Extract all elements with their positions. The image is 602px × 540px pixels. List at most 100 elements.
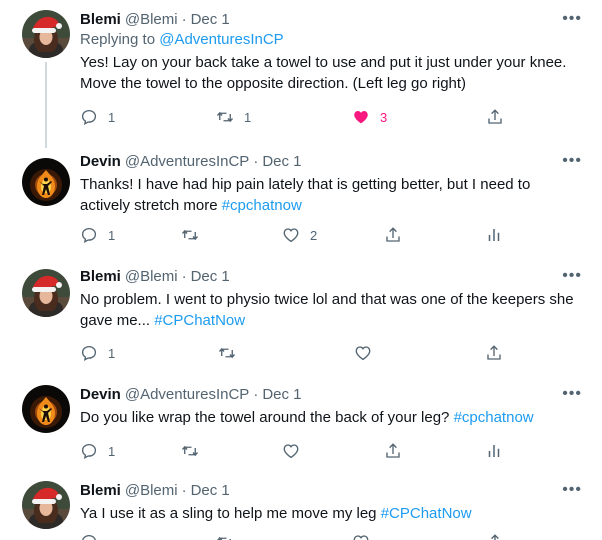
analytics-button[interactable] — [485, 226, 503, 244]
reply-button[interactable] — [80, 533, 98, 540]
tweet-actions: 1 — [80, 344, 580, 364]
replying-to-label: Replying to — [80, 31, 156, 48]
like-button[interactable] — [352, 533, 370, 540]
blemi-avatar-icon — [22, 269, 70, 317]
avatar[interactable] — [22, 10, 70, 58]
tweet-body: Do you like wrap the towel around the ba… — [80, 409, 454, 426]
tweet-header: Blemi @Blemi · Dec 1 — [80, 10, 582, 30]
tweet-item[interactable]: Blemi @Blemi · Dec 1 ••• Replying to @Ad… — [0, 0, 602, 148]
tweet-item[interactable]: Blemi @Blemi · Dec 1 ••• Ya I use it as … — [0, 481, 602, 540]
tweet-header: Blemi @Blemi · Dec 1 — [80, 481, 582, 501]
reply-icon — [80, 442, 98, 460]
user-handle[interactable]: @Blemi — [125, 481, 178, 501]
retweet-icon — [218, 344, 236, 362]
tweet-item[interactable]: Devin @AdventuresInCP · Dec 1 ••• Thanks… — [0, 148, 602, 263]
reply-count: 1 — [108, 345, 116, 361]
tweet-body: Thanks! I have had hip pain lately that … — [80, 176, 531, 214]
reply-count: 1 — [108, 109, 116, 125]
retweet-button[interactable] — [216, 533, 234, 540]
hashtag-link[interactable]: #CPChatNow — [381, 505, 472, 522]
avatar[interactable] — [22, 385, 70, 433]
tweet-header: Blemi @Blemi · Dec 1 — [80, 267, 582, 287]
like-button[interactable]: 3 — [352, 108, 387, 126]
separator-dot: · — [253, 386, 259, 403]
analytics-button[interactable] — [485, 442, 503, 460]
share-icon — [486, 108, 504, 126]
tweet-date[interactable]: Dec 1 — [191, 267, 230, 287]
retweet-icon — [181, 226, 199, 244]
share-button[interactable] — [384, 442, 402, 460]
share-icon — [485, 344, 503, 362]
like-filled-icon — [352, 108, 370, 126]
share-button[interactable] — [485, 344, 503, 362]
retweet-button[interactable] — [181, 442, 199, 460]
like-button[interactable]: 2 — [282, 226, 317, 244]
retweet-icon — [216, 108, 234, 126]
more-icon[interactable]: ••• — [562, 152, 582, 170]
reply-count: 1 — [108, 227, 116, 243]
display-name[interactable]: Devin — [80, 385, 121, 405]
tweet-date[interactable]: Dec 1 — [191, 481, 230, 501]
tweet-text: Yes! Lay on your back take a towel to us… — [80, 52, 580, 94]
tweet-date[interactable]: Dec 1 — [191, 10, 230, 30]
tweet-actions: 1 — [80, 442, 580, 462]
more-icon[interactable]: ••• — [562, 481, 582, 499]
analytics-icon — [485, 442, 503, 460]
tweet-actions: 1 2 — [80, 226, 580, 246]
tweet-text: Do you like wrap the towel around the ba… — [80, 407, 580, 428]
user-handle[interactable]: @Blemi — [125, 267, 178, 287]
more-icon[interactable]: ••• — [562, 10, 582, 28]
hashtag-link[interactable]: #cpchatnow — [222, 197, 302, 214]
hashtag-link[interactable]: #CPChatNow — [154, 312, 245, 329]
share-icon — [486, 533, 504, 540]
reply-button[interactable]: 1 — [80, 344, 115, 362]
tweet-actions — [80, 533, 580, 540]
display-name[interactable]: Blemi — [80, 10, 121, 30]
share-button[interactable] — [384, 226, 402, 244]
display-name[interactable]: Devin — [80, 152, 121, 172]
share-button[interactable] — [486, 108, 504, 126]
retweet-button[interactable] — [218, 344, 236, 362]
reply-icon — [80, 108, 98, 126]
reply-button[interactable]: 1 — [80, 108, 115, 126]
replying-to-link[interactable]: @AdventuresInCP — [159, 31, 283, 48]
thread-line — [45, 62, 47, 148]
user-handle[interactable]: @AdventuresInCP — [125, 152, 249, 172]
like-count: 3 — [380, 109, 388, 125]
more-icon[interactable]: ••• — [562, 385, 582, 403]
like-button[interactable] — [282, 442, 300, 460]
tweet-header: Devin @AdventuresInCP · Dec 1 — [80, 385, 582, 405]
avatar[interactable] — [22, 269, 70, 317]
share-icon — [384, 226, 402, 244]
share-button[interactable] — [486, 533, 504, 540]
like-count: 2 — [310, 227, 318, 243]
tweet-text: No problem. I went to physio twice lol a… — [80, 289, 580, 331]
separator-dot: · — [181, 11, 187, 28]
retweet-icon — [181, 442, 199, 460]
retweet-button[interactable] — [181, 226, 199, 244]
display-name[interactable]: Blemi — [80, 481, 121, 501]
reply-icon — [80, 533, 98, 540]
tweet-text: Ya I use it as a sling to help me move m… — [80, 503, 580, 524]
reply-button[interactable]: 1 — [80, 226, 115, 244]
avatar[interactable] — [22, 158, 70, 206]
user-handle[interactable]: @Blemi — [125, 10, 178, 30]
display-name[interactable]: Blemi — [80, 267, 121, 287]
tweet-text: Thanks! I have had hip pain lately that … — [80, 174, 580, 216]
user-handle[interactable]: @AdventuresInCP — [125, 385, 249, 405]
retweet-button[interactable]: 1 — [216, 108, 251, 126]
reply-count: 1 — [108, 443, 116, 459]
reply-button[interactable]: 1 — [80, 442, 115, 460]
like-button[interactable] — [354, 344, 372, 362]
hashtag-link[interactable]: #cpchatnow — [454, 409, 534, 426]
reply-icon — [80, 344, 98, 362]
tweet-date[interactable]: Dec 1 — [262, 385, 301, 405]
blemi-avatar-icon — [22, 10, 70, 58]
tweet-item[interactable]: Blemi @Blemi · Dec 1 ••• No problem. I w… — [0, 263, 602, 377]
tweet-body: Yes! Lay on your back take a towel to us… — [80, 54, 567, 92]
tweet-item[interactable]: Devin @AdventuresInCP · Dec 1 ••• Do you… — [0, 377, 602, 481]
more-icon[interactable]: ••• — [562, 267, 582, 285]
avatar[interactable] — [22, 481, 70, 529]
replying-to-line: Replying to @AdventuresInCP — [80, 30, 582, 50]
tweet-date[interactable]: Dec 1 — [262, 152, 301, 172]
